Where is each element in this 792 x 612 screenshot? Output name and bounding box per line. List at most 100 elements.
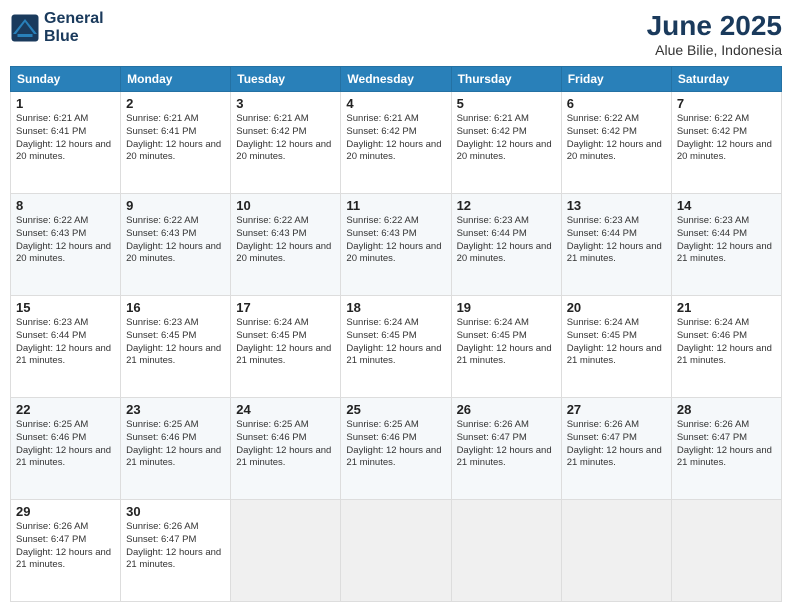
logo-icon xyxy=(10,13,40,43)
day-number: 30 xyxy=(126,504,225,519)
table-cell xyxy=(451,500,561,602)
day-info: Sunrise: 6:22 AM Sunset: 6:43 PM Dayligh… xyxy=(236,215,335,266)
day-number: 1 xyxy=(16,96,115,111)
day-info: Sunrise: 6:22 AM Sunset: 6:43 PM Dayligh… xyxy=(346,215,445,266)
table-cell: 22 Sunrise: 6:25 AM Sunset: 6:46 PM Dayl… xyxy=(11,398,121,500)
day-info: Sunrise: 6:26 AM Sunset: 6:47 PM Dayligh… xyxy=(567,419,666,470)
table-cell: 14 Sunrise: 6:23 AM Sunset: 6:44 PM Dayl… xyxy=(671,194,781,296)
day-number: 15 xyxy=(16,300,115,315)
day-number: 7 xyxy=(677,96,776,111)
day-number: 24 xyxy=(236,402,335,417)
col-tuesday: Tuesday xyxy=(231,67,341,92)
main-title: June 2025 xyxy=(647,10,782,42)
table-cell: 17 Sunrise: 6:24 AM Sunset: 6:45 PM Dayl… xyxy=(231,296,341,398)
table-cell: 5 Sunrise: 6:21 AM Sunset: 6:42 PM Dayli… xyxy=(451,92,561,194)
table-cell: 27 Sunrise: 6:26 AM Sunset: 6:47 PM Dayl… xyxy=(561,398,671,500)
day-number: 3 xyxy=(236,96,335,111)
day-info: Sunrise: 6:24 AM Sunset: 6:46 PM Dayligh… xyxy=(677,317,776,368)
calendar-header-row: Sunday Monday Tuesday Wednesday Thursday… xyxy=(11,67,782,92)
col-saturday: Saturday xyxy=(671,67,781,92)
table-cell: 1 Sunrise: 6:21 AM Sunset: 6:41 PM Dayli… xyxy=(11,92,121,194)
day-number: 28 xyxy=(677,402,776,417)
table-cell: 19 Sunrise: 6:24 AM Sunset: 6:45 PM Dayl… xyxy=(451,296,561,398)
table-cell: 30 Sunrise: 6:26 AM Sunset: 6:47 PM Dayl… xyxy=(121,500,231,602)
day-info: Sunrise: 6:21 AM Sunset: 6:42 PM Dayligh… xyxy=(346,113,445,164)
table-cell: 9 Sunrise: 6:22 AM Sunset: 6:43 PM Dayli… xyxy=(121,194,231,296)
table-cell: 11 Sunrise: 6:22 AM Sunset: 6:43 PM Dayl… xyxy=(341,194,451,296)
table-cell: 23 Sunrise: 6:25 AM Sunset: 6:46 PM Dayl… xyxy=(121,398,231,500)
calendar-table: Sunday Monday Tuesday Wednesday Thursday… xyxy=(10,66,782,602)
day-number: 6 xyxy=(567,96,666,111)
table-cell: 6 Sunrise: 6:22 AM Sunset: 6:42 PM Dayli… xyxy=(561,92,671,194)
day-info: Sunrise: 6:22 AM Sunset: 6:43 PM Dayligh… xyxy=(126,215,225,266)
day-info: Sunrise: 6:26 AM Sunset: 6:47 PM Dayligh… xyxy=(677,419,776,470)
day-number: 16 xyxy=(126,300,225,315)
day-info: Sunrise: 6:21 AM Sunset: 6:41 PM Dayligh… xyxy=(16,113,115,164)
col-friday: Friday xyxy=(561,67,671,92)
subtitle: Alue Bilie, Indonesia xyxy=(647,42,782,58)
day-info: Sunrise: 6:25 AM Sunset: 6:46 PM Dayligh… xyxy=(126,419,225,470)
day-number: 13 xyxy=(567,198,666,213)
table-cell xyxy=(341,500,451,602)
day-number: 29 xyxy=(16,504,115,519)
day-number: 9 xyxy=(126,198,225,213)
col-monday: Monday xyxy=(121,67,231,92)
table-cell xyxy=(231,500,341,602)
day-info: Sunrise: 6:25 AM Sunset: 6:46 PM Dayligh… xyxy=(236,419,335,470)
day-info: Sunrise: 6:21 AM Sunset: 6:41 PM Dayligh… xyxy=(126,113,225,164)
day-number: 11 xyxy=(346,198,445,213)
day-info: Sunrise: 6:21 AM Sunset: 6:42 PM Dayligh… xyxy=(457,113,556,164)
day-number: 21 xyxy=(677,300,776,315)
table-cell: 16 Sunrise: 6:23 AM Sunset: 6:45 PM Dayl… xyxy=(121,296,231,398)
day-number: 25 xyxy=(346,402,445,417)
table-cell xyxy=(561,500,671,602)
day-number: 20 xyxy=(567,300,666,315)
header: General Blue June 2025 Alue Bilie, Indon… xyxy=(10,10,782,58)
day-number: 19 xyxy=(457,300,556,315)
day-info: Sunrise: 6:24 AM Sunset: 6:45 PM Dayligh… xyxy=(236,317,335,368)
day-number: 2 xyxy=(126,96,225,111)
table-cell: 10 Sunrise: 6:22 AM Sunset: 6:43 PM Dayl… xyxy=(231,194,341,296)
table-cell: 2 Sunrise: 6:21 AM Sunset: 6:41 PM Dayli… xyxy=(121,92,231,194)
day-info: Sunrise: 6:23 AM Sunset: 6:44 PM Dayligh… xyxy=(677,215,776,266)
logo: General Blue xyxy=(10,10,104,45)
table-cell: 28 Sunrise: 6:26 AM Sunset: 6:47 PM Dayl… xyxy=(671,398,781,500)
title-block: June 2025 Alue Bilie, Indonesia xyxy=(647,10,782,58)
table-cell xyxy=(671,500,781,602)
table-cell: 12 Sunrise: 6:23 AM Sunset: 6:44 PM Dayl… xyxy=(451,194,561,296)
day-info: Sunrise: 6:25 AM Sunset: 6:46 PM Dayligh… xyxy=(16,419,115,470)
day-info: Sunrise: 6:22 AM Sunset: 6:42 PM Dayligh… xyxy=(567,113,666,164)
table-cell: 29 Sunrise: 6:26 AM Sunset: 6:47 PM Dayl… xyxy=(11,500,121,602)
col-sunday: Sunday xyxy=(11,67,121,92)
day-info: Sunrise: 6:23 AM Sunset: 6:45 PM Dayligh… xyxy=(126,317,225,368)
day-number: 12 xyxy=(457,198,556,213)
day-info: Sunrise: 6:25 AM Sunset: 6:46 PM Dayligh… xyxy=(346,419,445,470)
day-number: 22 xyxy=(16,402,115,417)
table-cell: 15 Sunrise: 6:23 AM Sunset: 6:44 PM Dayl… xyxy=(11,296,121,398)
logo-text: General Blue xyxy=(44,10,104,45)
day-number: 10 xyxy=(236,198,335,213)
table-cell: 13 Sunrise: 6:23 AM Sunset: 6:44 PM Dayl… xyxy=(561,194,671,296)
day-info: Sunrise: 6:21 AM Sunset: 6:42 PM Dayligh… xyxy=(236,113,335,164)
day-number: 4 xyxy=(346,96,445,111)
col-wednesday: Wednesday xyxy=(341,67,451,92)
day-number: 17 xyxy=(236,300,335,315)
table-cell: 8 Sunrise: 6:22 AM Sunset: 6:43 PM Dayli… xyxy=(11,194,121,296)
table-cell: 18 Sunrise: 6:24 AM Sunset: 6:45 PM Dayl… xyxy=(341,296,451,398)
day-number: 27 xyxy=(567,402,666,417)
table-cell: 4 Sunrise: 6:21 AM Sunset: 6:42 PM Dayli… xyxy=(341,92,451,194)
col-thursday: Thursday xyxy=(451,67,561,92)
table-cell: 7 Sunrise: 6:22 AM Sunset: 6:42 PM Dayli… xyxy=(671,92,781,194)
day-info: Sunrise: 6:23 AM Sunset: 6:44 PM Dayligh… xyxy=(16,317,115,368)
day-number: 26 xyxy=(457,402,556,417)
day-info: Sunrise: 6:22 AM Sunset: 6:43 PM Dayligh… xyxy=(16,215,115,266)
day-number: 18 xyxy=(346,300,445,315)
day-number: 8 xyxy=(16,198,115,213)
table-cell: 20 Sunrise: 6:24 AM Sunset: 6:45 PM Dayl… xyxy=(561,296,671,398)
day-info: Sunrise: 6:26 AM Sunset: 6:47 PM Dayligh… xyxy=(16,521,115,572)
day-info: Sunrise: 6:26 AM Sunset: 6:47 PM Dayligh… xyxy=(126,521,225,572)
day-number: 23 xyxy=(126,402,225,417)
table-cell: 26 Sunrise: 6:26 AM Sunset: 6:47 PM Dayl… xyxy=(451,398,561,500)
page: General Blue June 2025 Alue Bilie, Indon… xyxy=(0,0,792,612)
table-cell: 21 Sunrise: 6:24 AM Sunset: 6:46 PM Dayl… xyxy=(671,296,781,398)
